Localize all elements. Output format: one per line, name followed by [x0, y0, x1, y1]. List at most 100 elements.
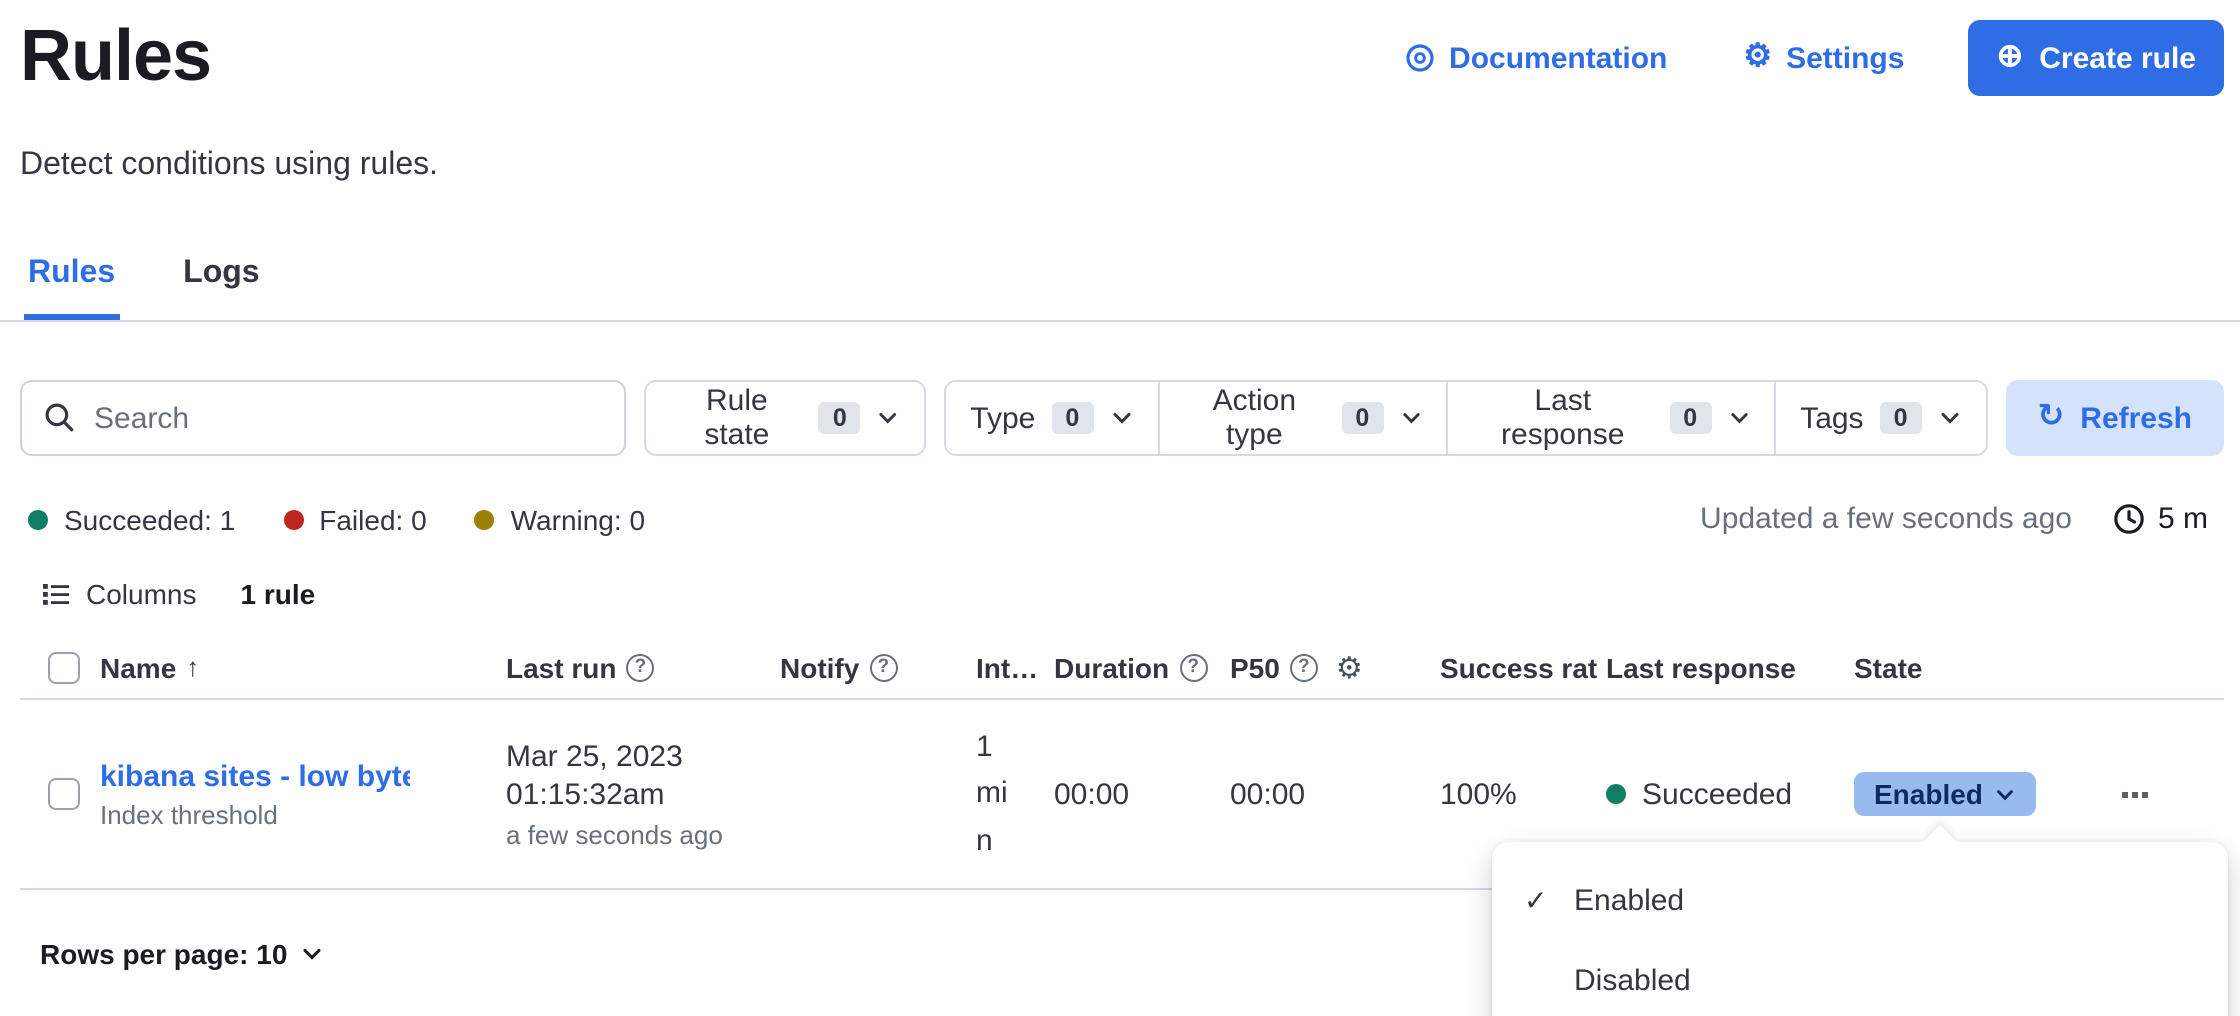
- column-header-p50: P50 ? ⚙: [1230, 649, 1440, 685]
- status-right: Updated a few seconds ago 5 m: [1700, 500, 2220, 538]
- plus-in-circle-icon: ⊕: [1996, 42, 2023, 74]
- filter-group: Type 0 Action type 0 Last response 0 Tag…: [944, 380, 1987, 456]
- filter-action-type-count: 0: [1341, 402, 1383, 434]
- rule-type-label: Index threshold: [100, 799, 494, 829]
- columns-icon: [40, 578, 72, 610]
- column-header-state: State: [1854, 651, 2114, 683]
- duration-cell: 00:00: [1054, 777, 1230, 811]
- warning-dot-icon: [475, 509, 495, 529]
- state-badge-label: Enabled: [1874, 778, 1983, 810]
- settings-button[interactable]: ⚙ Settings: [1731, 39, 1916, 77]
- documentation-icon: [1403, 42, 1435, 74]
- chevron-down-icon: [1937, 406, 1961, 430]
- column-header-last-response: Last response: [1606, 651, 1854, 683]
- documentation-button[interactable]: Documentation: [1391, 39, 1679, 77]
- tab-rules[interactable]: Rules: [24, 256, 119, 320]
- table-controls: Columns 1 rule: [28, 576, 315, 612]
- refresh-interval-button[interactable]: 5 m: [2100, 500, 2220, 538]
- rule-name-link[interactable]: kibana sites - low byte: [100, 759, 410, 793]
- column-success-ratio-label: Success rat: [1440, 651, 1597, 683]
- refresh-label: Refresh: [2080, 401, 2192, 435]
- status-bar: Succeeded: 1 Failed: 0 Warning: 0 Update…: [28, 500, 2220, 538]
- refresh-interval-value: 5 m: [2158, 502, 2208, 536]
- last-run-date: Mar 25, 2023: [506, 739, 768, 773]
- row-actions-cell: [2114, 783, 2224, 805]
- filter-rule-state[interactable]: Rule state 0: [645, 380, 927, 456]
- filter-action-type-label: Action type: [1183, 384, 1325, 452]
- rule-name-cell: kibana sites - low byte Index threshold: [100, 759, 506, 829]
- tab-bar: Rules Logs: [24, 256, 264, 320]
- p50-settings-gear-icon[interactable]: ⚙: [1336, 649, 1363, 685]
- rows-per-page-label: Rows per page: 10: [40, 938, 287, 970]
- page-header: Rules Documentation ⚙ Settings ⊕ Create …: [20, 12, 2224, 100]
- column-last-run-label: Last run: [506, 651, 616, 683]
- filter-tags[interactable]: Tags 0: [1774, 382, 1985, 454]
- interval-cell: 1 min: [976, 724, 1054, 864]
- filter-tags-label: Tags: [1800, 401, 1863, 435]
- state-cell: Enabled: [1854, 772, 2114, 816]
- updated-text: Updated a few seconds ago: [1700, 502, 2072, 536]
- column-header-last-run: Last run ?: [506, 651, 780, 683]
- filter-rule-state-count: 0: [819, 402, 861, 434]
- succeeded-dot-icon: [1606, 784, 1626, 804]
- last-run-cell: Mar 25, 2023 01:15:32am a few seconds ag…: [506, 739, 780, 849]
- state-badge[interactable]: Enabled: [1854, 772, 2037, 816]
- succeeded-dot-icon: [28, 509, 48, 529]
- question-in-circle-icon: ?: [1179, 653, 1207, 681]
- status-succeeded: Succeeded: 1: [28, 503, 235, 535]
- toolbar: Rule state 0 Type 0 Action type 0 Last r…: [20, 380, 2224, 456]
- last-run-relative: a few seconds ago: [506, 819, 768, 849]
- filter-last-response[interactable]: Last response 0: [1446, 382, 1774, 454]
- header-actions: Documentation ⚙ Settings ⊕ Create rule: [1391, 20, 2224, 96]
- create-rule-button[interactable]: ⊕ Create rule: [1968, 20, 2224, 96]
- filter-type[interactable]: Type 0: [946, 382, 1157, 454]
- filter-type-count: 0: [1051, 402, 1093, 434]
- failed-count: Failed: 0: [319, 503, 426, 535]
- question-in-circle-icon: ?: [626, 653, 654, 681]
- clock-icon: [2112, 502, 2146, 536]
- column-header-notify: Notify ?: [780, 651, 976, 683]
- success-ratio-cell: 100%: [1440, 777, 1606, 811]
- state-menu-popover: ✓ Enabled Disabled: [1492, 842, 2228, 1016]
- row-select-cell: [20, 778, 100, 810]
- documentation-label: Documentation: [1449, 41, 1667, 75]
- search-icon: [42, 400, 76, 434]
- question-in-circle-icon: ?: [869, 653, 897, 681]
- rule-count: 1 rule: [241, 578, 316, 610]
- row-checkbox[interactable]: [48, 778, 80, 810]
- column-interval-label: Int…: [976, 651, 1038, 683]
- column-header-success-ratio: Success rat: [1440, 651, 1606, 683]
- state-menu-item-disabled[interactable]: Disabled: [1492, 940, 2228, 1016]
- succeeded-count: Succeeded: 1: [64, 503, 235, 535]
- failed-dot-icon: [283, 509, 303, 529]
- search-input[interactable]: [20, 380, 627, 456]
- state-menu-item-disabled-label: Disabled: [1574, 963, 1691, 997]
- last-response-cell: Succeeded: [1606, 777, 1854, 811]
- gear-icon: ⚙: [1743, 42, 1772, 74]
- column-duration-label: Duration: [1054, 651, 1169, 683]
- select-all-checkbox[interactable]: [48, 651, 80, 683]
- check-icon: ✓: [1524, 883, 1554, 917]
- question-in-circle-icon: ?: [1290, 653, 1318, 681]
- column-p50-label: P50: [1230, 651, 1280, 683]
- warning-count: Warning: 0: [511, 503, 645, 535]
- columns-label: Columns: [86, 578, 197, 610]
- column-header-duration: Duration ?: [1054, 651, 1230, 683]
- filter-action-type[interactable]: Action type 0: [1157, 382, 1446, 454]
- table-header-row: Name ↑ Last run ? Notify ? Int… Duration…: [20, 636, 2224, 700]
- refresh-icon: ↻: [2037, 402, 2064, 434]
- settings-label: Settings: [1786, 41, 1904, 75]
- pagination: Rows per page: 10: [28, 936, 335, 972]
- last-response-value: Succeeded: [1642, 777, 1792, 811]
- row-actions-menu-icon[interactable]: [2114, 783, 2212, 805]
- rows-per-page-button[interactable]: Rows per page: 10: [28, 936, 335, 972]
- refresh-button[interactable]: ↻ Refresh: [2005, 380, 2224, 456]
- column-header-name[interactable]: Name ↑: [100, 651, 506, 683]
- chevron-down-icon: [877, 406, 900, 430]
- column-state-label: State: [1854, 651, 1922, 683]
- state-menu-item-enabled[interactable]: ✓ Enabled: [1492, 860, 2228, 940]
- columns-button[interactable]: Columns: [28, 576, 209, 612]
- tab-logs[interactable]: Logs: [179, 256, 263, 320]
- p50-cell: 00:00: [1230, 777, 1440, 811]
- page-description: Detect conditions using rules.: [20, 148, 438, 184]
